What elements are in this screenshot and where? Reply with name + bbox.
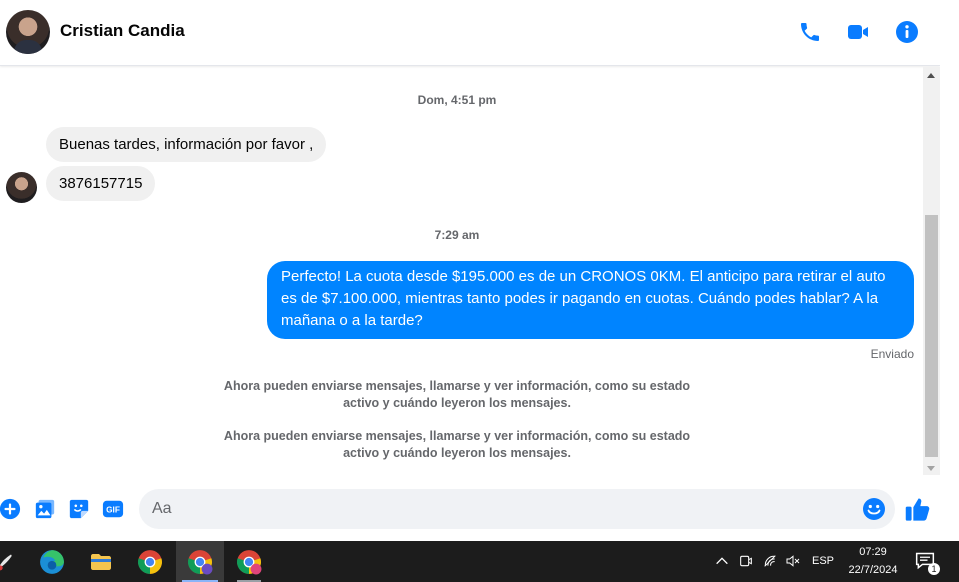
tray-clock-date[interactable]: 22/7/2024	[843, 564, 903, 576]
window-edge	[940, 0, 959, 541]
paint-icon	[0, 554, 12, 570]
windows-taskbar: ESP 07:29 22/7/2024 1	[0, 541, 959, 582]
chrome-profile-icon	[188, 549, 213, 574]
info-icon	[896, 21, 918, 43]
video-camera-icon	[848, 25, 868, 39]
taskbar-app-edge[interactable]	[28, 541, 76, 582]
gif-label: GIF	[106, 506, 120, 515]
image-gallery-icon	[35, 499, 55, 519]
tray-language[interactable]: ESP	[810, 555, 836, 567]
outgoing-message[interactable]: Perfecto! La cuota desde $195.000 es de …	[267, 261, 914, 339]
show-hidden-icons-button[interactable]	[712, 551, 732, 571]
more-actions-button[interactable]	[0, 497, 22, 521]
chrome-icon	[138, 549, 162, 574]
taskbar-app-paint[interactable]	[0, 541, 24, 582]
tray-meet-now[interactable]	[736, 551, 756, 571]
gif-button[interactable]: GIF	[101, 497, 125, 521]
message-timestamp: Dom, 4:51 pm	[417, 93, 497, 107]
chevron-up-icon	[716, 557, 728, 565]
plus-circle-icon	[0, 498, 21, 520]
scroll-thumb[interactable]	[925, 215, 938, 457]
scroll-up-arrow-icon[interactable]	[927, 73, 935, 78]
emoji-button[interactable]	[862, 497, 886, 521]
folder-icon	[91, 553, 111, 570]
attach-photo-button[interactable]	[33, 497, 57, 521]
incoming-message[interactable]: 3876157715	[46, 166, 156, 201]
tray-wifi[interactable]	[760, 551, 780, 571]
video-call-button[interactable]	[844, 18, 872, 46]
message-status: Enviado	[870, 347, 914, 361]
system-notice: Ahora pueden enviarse mensajes, llamarse…	[223, 379, 691, 410]
incoming-message[interactable]: Buenas tardes, información por favor ,	[46, 127, 327, 162]
taskbar-app-chrome-profile-2[interactable]	[225, 541, 273, 582]
voice-call-button[interactable]	[796, 18, 824, 46]
message-timestamp: 7:29 am	[434, 228, 480, 242]
tray-clock-time[interactable]: 07:29	[843, 546, 903, 558]
tray-volume[interactable]	[783, 551, 803, 571]
taskbar-app-chrome-profile-1[interactable]	[176, 541, 224, 582]
notification-count-badge: 1	[928, 563, 940, 575]
sticker-icon	[69, 499, 89, 519]
conversation-info-button[interactable]	[893, 18, 921, 46]
contact-avatar[interactable]	[6, 10, 50, 54]
like-button[interactable]	[904, 495, 932, 523]
taskbar-app-file-explorer[interactable]	[77, 541, 125, 582]
thumbs-up-icon	[905, 498, 930, 521]
smiley-icon	[863, 498, 885, 520]
meet-now-icon	[740, 555, 752, 567]
wifi-icon	[764, 555, 776, 567]
message-scrollbar[interactable]	[923, 67, 940, 475]
chat-header: Cristian Candia	[0, 0, 940, 66]
scroll-down-arrow-icon[interactable]	[927, 466, 935, 471]
chrome-profile-icon	[237, 549, 262, 574]
phone-icon	[801, 23, 819, 41]
message-input[interactable]	[139, 489, 895, 529]
sender-avatar[interactable]	[6, 172, 37, 203]
message-composer: GIF	[0, 476, 959, 541]
system-notice: Ahora pueden enviarse mensajes, llamarse…	[223, 429, 691, 460]
taskbar-app-chrome[interactable]	[126, 541, 174, 582]
contact-name[interactable]: Cristian Candia	[60, 21, 185, 41]
sticker-button[interactable]	[67, 497, 91, 521]
gif-icon: GIF	[102, 500, 124, 518]
volume-muted-icon	[786, 555, 800, 567]
edge-browser-icon	[40, 549, 64, 574]
